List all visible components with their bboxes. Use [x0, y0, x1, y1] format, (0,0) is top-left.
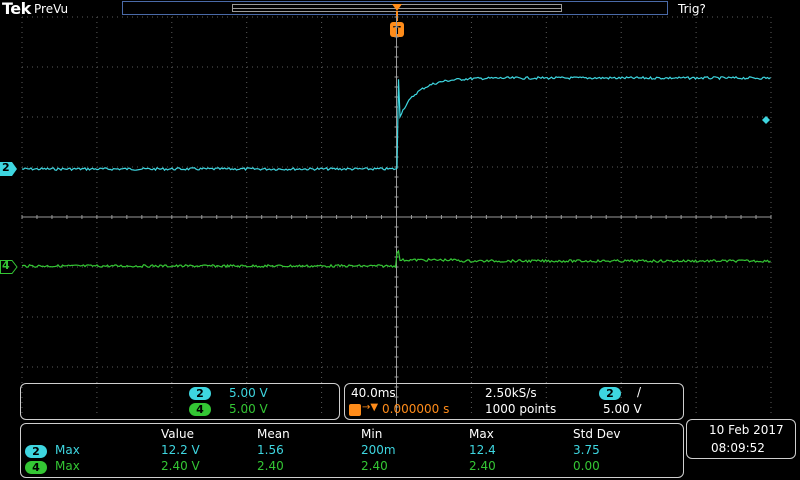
ch4-ground-marker[interactable]: 4 — [0, 259, 18, 274]
ch2-scale: 5.00 V — [229, 386, 268, 400]
acquisition-state: PreVu — [34, 2, 69, 16]
oscilloscope-graticule[interactable] — [0, 16, 800, 416]
ch2-badge[interactable]: 2 — [189, 387, 211, 400]
row-ch4-min: 2.40 — [361, 459, 388, 473]
row-ch2-std-dev: 3.75 — [573, 443, 600, 457]
ch2-marker-label: 2 — [2, 161, 10, 174]
trigger-arrow-icon — [392, 4, 402, 11]
trigger-slope-icon: / — [637, 385, 642, 399]
row-ch2-mean: 1.56 — [257, 443, 284, 457]
measurement-header-value: Value — [161, 427, 194, 441]
row-ch2-value: 12.2 V — [161, 443, 200, 457]
row-ch2-min: 200m — [361, 443, 396, 457]
row-ch4-value: 2.40 V — [161, 459, 200, 473]
ch4-marker-label: 4 — [2, 259, 10, 272]
row-ch4-std-dev: 0.00 — [573, 459, 600, 473]
record-length: 1000 points — [485, 402, 557, 416]
ch4-scale: 5.00 V — [229, 402, 268, 416]
time-display: 08:09:52 — [711, 441, 765, 455]
measurement-header-min: Min — [361, 427, 383, 441]
sample-rate: 2.50kS/s — [485, 386, 537, 400]
trigger-level: 5.00 V — [603, 402, 642, 416]
row-ch4-type: Max — [55, 459, 80, 473]
horizontal-scale: 40.0ms — [351, 386, 396, 400]
timebase-panel[interactable]: 40.0ms 2.50kS/s 2 / →▼ 0.000000 s 1000 p… — [344, 383, 684, 420]
measurement-header-max: Max — [469, 427, 494, 441]
ch2-ground-marker[interactable]: 2 — [0, 161, 18, 176]
row-ch4-badge: 4 — [25, 461, 47, 474]
row-ch2-badge: 2 — [25, 445, 47, 458]
ch4-badge[interactable]: 4 — [189, 403, 211, 416]
trigger-delay-arrow-icon: →▼ — [362, 402, 379, 413]
row-ch4-max: 2.40 — [469, 459, 496, 473]
row-ch2-type: Max — [55, 443, 80, 457]
trigger-level-icon — [762, 116, 770, 124]
row-ch2-max: 12.4 — [469, 443, 496, 457]
trigger-position-icon — [349, 404, 361, 416]
datetime-panel[interactable]: 10 Feb 2017 08:09:52 — [686, 419, 796, 459]
measurements-panel[interactable]: Value Mean Min Max Std Dev 2 Max 12.2 V … — [20, 423, 684, 478]
row-ch4-mean: 2.40 — [257, 459, 284, 473]
measurement-header-mean: Mean — [257, 427, 290, 441]
trigger-source-badge[interactable]: 2 — [599, 387, 621, 400]
trigger-status: Trig? — [678, 2, 706, 16]
channel-scale-panel[interactable]: 2 5.00 V 4 5.00 V — [20, 383, 340, 420]
date-display: 10 Feb 2017 — [709, 423, 784, 437]
trigger-position: 0.000000 s — [382, 402, 450, 416]
measurement-header-std-dev: Std Dev — [573, 427, 621, 441]
